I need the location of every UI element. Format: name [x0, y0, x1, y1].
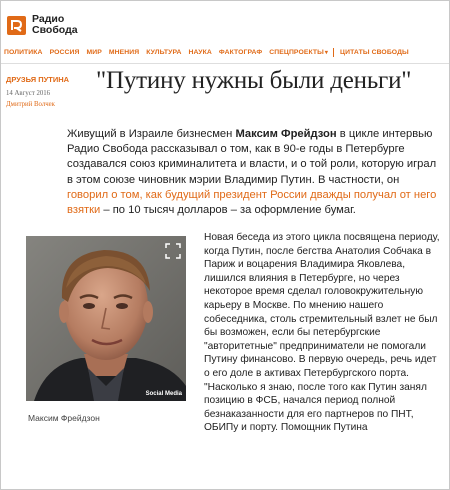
photo-credit: Social Media [145, 391, 182, 397]
nav-item-special-projects[interactable]: СПЕЦПРОЕКТЫ▾ [269, 49, 328, 56]
article-page: Радио Свобода ПОЛИТИКА РОССИЯ МИР МНЕНИЯ… [0, 0, 450, 490]
lead-text-1: Живущий в Израиле бизнесмен [67, 128, 236, 140]
nav-item-politics[interactable]: ПОЛИТИКА [4, 49, 43, 56]
article-body: Новая беседа из этого цикла посвящена пе… [204, 232, 440, 434]
portrait-image [26, 236, 186, 401]
article-date: 14 Август 2016 [6, 90, 51, 97]
nav-item-science[interactable]: НАУКА [189, 49, 212, 56]
logo-text: Радио Свобода [32, 14, 78, 36]
lead-person-name: Максим Фрейдзон [235, 128, 337, 140]
site-logo[interactable]: Радио Свобода [7, 8, 97, 42]
lead-text-3: – по 10 тысяч долларов – за оформление б… [100, 204, 356, 217]
photo-caption: Максим Фрейдзон [28, 413, 100, 423]
nav-item-special-projects-label: СПЕЦПРОЕКТЫ [269, 48, 324, 56]
article-author[interactable]: Дмитрий Волчек [6, 101, 55, 108]
nav-item-factograph[interactable]: ФАКТОГРАФ [219, 49, 262, 56]
expand-icon[interactable] [165, 243, 181, 259]
nav-divider [333, 47, 335, 57]
chevron-down-icon: ▾ [324, 49, 329, 56]
main-nav: ПОЛИТИКА РОССИЯ МИР МНЕНИЯ КУЛЬТУРА НАУК… [4, 45, 448, 59]
logo-icon [7, 15, 26, 35]
nav-item-culture[interactable]: КУЛЬТУРА [146, 49, 181, 56]
nav-item-quotes[interactable]: ЦИТАТЫ СВОБОДЫ [340, 49, 409, 56]
nav-item-russia[interactable]: РОССИЯ [50, 49, 80, 56]
article-lead: Живущий в Израиле бизнесмен Максим Фрейд… [67, 127, 437, 218]
nav-item-opinions[interactable]: МНЕНИЯ [109, 49, 139, 56]
logo-line-2: Свобода [32, 24, 78, 36]
article-photo[interactable]: Social Media [26, 236, 186, 401]
article-category[interactable]: ДРУЗЬЯ ПУТИНА [6, 75, 69, 84]
article-headline: "Путину нужны были деньги" [96, 67, 412, 94]
header-divider [1, 63, 449, 64]
nav-item-world[interactable]: МИР [86, 49, 101, 56]
